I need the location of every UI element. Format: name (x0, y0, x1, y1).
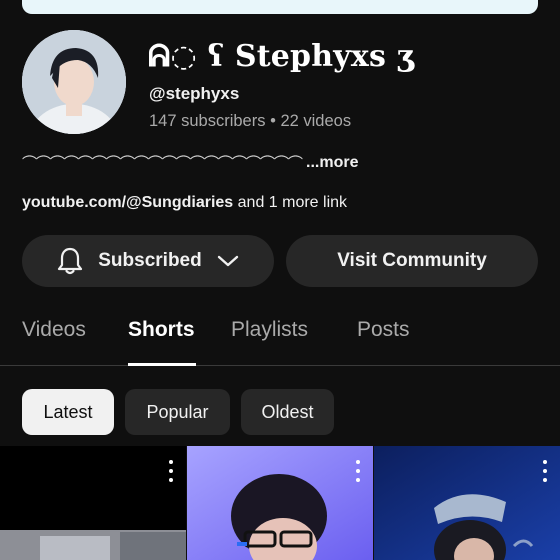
short-thumbnail[interactable] (0, 446, 186, 560)
subscribed-label: Subscribed (98, 250, 202, 271)
short-thumbnail[interactable] (374, 446, 560, 560)
visit-community-button[interactable]: Visit Community (286, 235, 538, 287)
channel-stats: 147 subscribers • 22 videos (149, 112, 351, 131)
chip-oldest[interactable]: Oldest (241, 389, 334, 435)
channel-avatar[interactable] (22, 30, 126, 134)
more-vert-icon[interactable] (168, 460, 174, 482)
channel-links[interactable]: youtube.com/@Sungdiaries and 1 more link (22, 194, 347, 212)
bell-icon (56, 246, 84, 276)
more-vert-icon[interactable] (355, 460, 361, 482)
more-vert-icon[interactable] (542, 460, 548, 482)
tab-videos[interactable]: Videos (22, 318, 86, 342)
tab-posts[interactable]: Posts (357, 318, 410, 342)
visit-community-label: Visit Community (337, 250, 487, 271)
description-text: ⌒⌒⌒⌒⌒⌒⌒⌒⌒⌒⌒⌒⌒⌒⌒⌒⌒⌒⌒⌒ (22, 155, 303, 172)
channel-handle: @stephyxs (149, 84, 240, 103)
top-banner (22, 0, 538, 14)
channel-description[interactable]: ⌒⌒⌒⌒⌒⌒⌒⌒⌒⌒⌒⌒⌒⌒⌒⌒⌒⌒⌒⌒ ...more (22, 152, 358, 173)
video-count: 22 videos (280, 112, 352, 130)
short-thumbnail[interactable] (187, 446, 373, 560)
more-links-text[interactable]: and 1 more link (238, 194, 347, 211)
chip-popular[interactable]: Popular (125, 389, 230, 435)
tab-shorts[interactable]: Shorts (128, 318, 195, 342)
tab-playlists[interactable]: Playlists (231, 318, 308, 342)
chevron-down-icon (216, 253, 240, 269)
channel-link-url[interactable]: youtube.com/@Sungdiaries (22, 194, 233, 211)
chip-latest[interactable]: Latest (22, 389, 114, 435)
subscribed-button[interactable]: Subscribed (22, 235, 274, 287)
active-tab-indicator (128, 363, 196, 366)
channel-name: ᕱ◌ ʕ Stephyxs ʒ (148, 38, 414, 74)
stats-separator: • (270, 112, 276, 130)
channel-tabs: Videos Shorts Playlists Posts (0, 300, 560, 366)
subscriber-count: 147 subscribers (149, 112, 266, 130)
more-link[interactable]: ...more (306, 154, 358, 172)
